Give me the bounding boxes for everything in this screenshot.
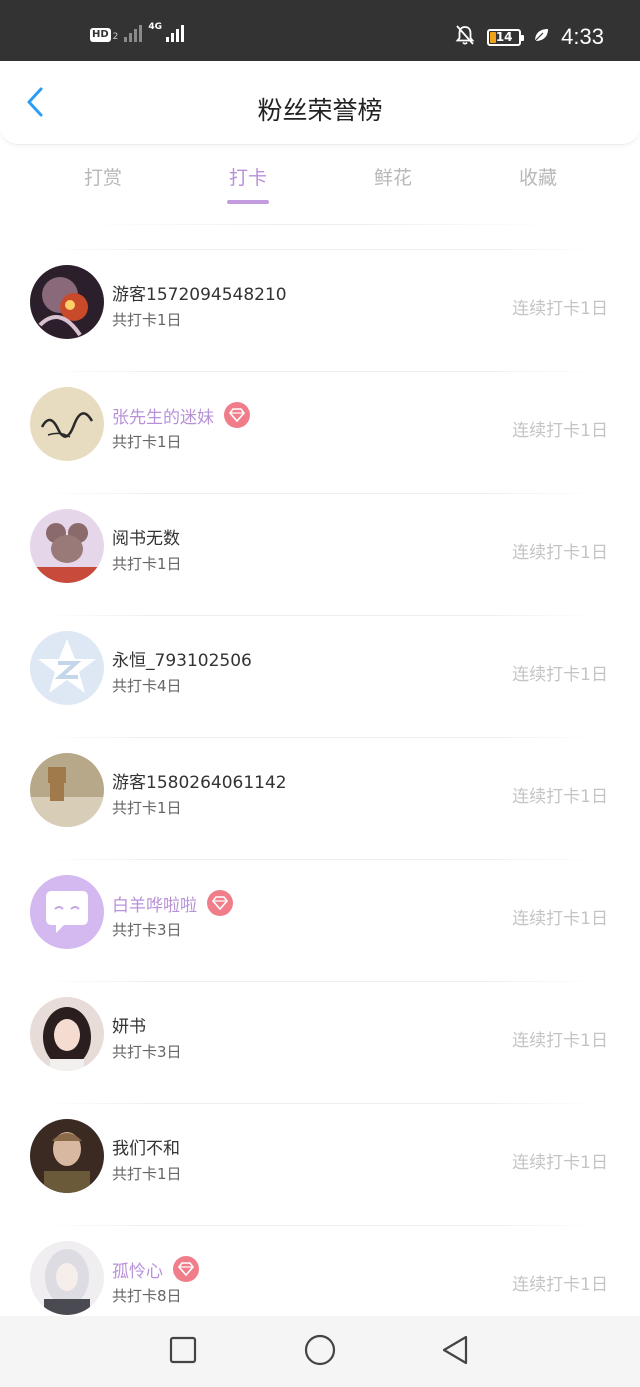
name-line: 孤怜心 xyxy=(112,1256,199,1282)
avatar[interactable] xyxy=(30,387,104,461)
home-button[interactable] xyxy=(302,1334,338,1370)
divider xyxy=(40,493,600,494)
list-item[interactable]: 游客1580264061142 共打卡1日 连续打卡1日 xyxy=(0,728,640,850)
total-checkin: 共打卡8日 xyxy=(112,1287,182,1305)
avatar[interactable] xyxy=(30,875,104,949)
username: 我们不和 xyxy=(112,1139,180,1159)
avatar[interactable] xyxy=(30,1241,104,1315)
total-checkin: 共打卡1日 xyxy=(112,555,182,573)
status-bar: HD 2 4G 14 4:33 xyxy=(0,0,640,61)
back-triangle-icon xyxy=(440,1334,470,1370)
recent-apps-icon xyxy=(168,1335,198,1369)
mute-bell-icon xyxy=(455,24,475,50)
name-line: 永恒_793102506 xyxy=(112,646,252,671)
system-back-button[interactable] xyxy=(437,1334,473,1370)
divider xyxy=(40,371,600,372)
hd-sim-number: 2 xyxy=(112,32,119,42)
divider xyxy=(40,981,600,982)
name-line: 游客1580264061142 xyxy=(112,768,287,793)
diamond-icon xyxy=(224,402,250,428)
header: 粉丝荣誉榜 xyxy=(0,61,640,145)
divider xyxy=(40,1103,600,1104)
streak-checkin: 连续打卡1日 xyxy=(512,665,608,685)
streak-checkin: 连续打卡1日 xyxy=(512,909,608,929)
total-checkin: 共打卡3日 xyxy=(112,921,182,939)
username: 孤怜心 xyxy=(112,1261,163,1282)
network-type-label: 4G xyxy=(148,22,163,32)
tab-reward[interactable]: 打赏 xyxy=(58,163,148,190)
avatar[interactable] xyxy=(30,997,104,1071)
tab-checkin[interactable]: 打卡 xyxy=(203,163,293,190)
tab-favorites[interactable]: 收藏 xyxy=(493,163,583,190)
avatar[interactable] xyxy=(30,265,104,339)
avatar[interactable] xyxy=(30,1119,104,1193)
name-line: 张先生的迷妹 xyxy=(112,402,250,428)
username: 游客1572094548210 xyxy=(112,285,287,305)
divider xyxy=(40,859,600,860)
streak-checkin: 连续打卡1日 xyxy=(512,787,608,807)
divider xyxy=(40,737,600,738)
total-checkin: 共打卡1日 xyxy=(112,311,182,329)
divider xyxy=(40,249,600,250)
streak-checkin: 连续打卡1日 xyxy=(512,1275,608,1295)
list-item[interactable]: 永恒_793102506 共打卡4日 连续打卡1日 xyxy=(0,606,640,728)
home-icon xyxy=(304,1334,336,1370)
name-line: 白羊哗啦啦 xyxy=(112,890,233,916)
signal-icon xyxy=(124,24,143,42)
streak-checkin: 连续打卡1日 xyxy=(512,299,608,319)
streak-checkin: 连续打卡1日 xyxy=(512,543,608,563)
checkin-ranking-list: 游客1572094548210 共打卡1日 连续打卡1日 张先生的迷妹 共打卡1… xyxy=(0,240,640,1338)
streak-checkin: 连续打卡1日 xyxy=(512,1031,608,1051)
clock: 4:33 xyxy=(561,24,604,49)
username: 永恒_793102506 xyxy=(112,651,252,671)
streak-checkin: 连续打卡1日 xyxy=(512,1153,608,1173)
total-checkin: 共打卡3日 xyxy=(112,1043,182,1061)
diamond-icon xyxy=(207,890,233,916)
divider xyxy=(80,224,560,225)
list-item[interactable]: 我们不和 共打卡1日 连续打卡1日 xyxy=(0,1094,640,1216)
total-checkin: 共打卡1日 xyxy=(112,799,182,817)
total-checkin: 共打卡1日 xyxy=(112,433,182,451)
status-left: HD 2 4G xyxy=(90,22,185,42)
signal-icon xyxy=(166,24,185,42)
avatar[interactable] xyxy=(30,631,104,705)
name-line: 我们不和 xyxy=(112,1134,180,1159)
divider xyxy=(40,1225,600,1226)
status-right: 14 4:33 xyxy=(455,24,604,50)
list-item[interactable]: 张先生的迷妹 共打卡1日 连续打卡1日 xyxy=(0,362,640,484)
total-checkin: 共打卡1日 xyxy=(112,1165,182,1183)
tab-flowers[interactable]: 鲜花 xyxy=(348,163,438,190)
username: 白羊哗啦啦 xyxy=(112,895,197,916)
battery-icon: 14 xyxy=(487,28,525,46)
username: 张先生的迷妹 xyxy=(112,407,214,428)
recent-apps-button[interactable] xyxy=(165,1334,201,1370)
name-line: 妍书 xyxy=(112,1012,146,1037)
list-item[interactable]: 白羊哗啦啦 共打卡3日 连续打卡1日 xyxy=(0,850,640,972)
username: 阅书无数 xyxy=(112,529,180,549)
list-item[interactable]: 妍书 共打卡3日 连续打卡1日 xyxy=(0,972,640,1094)
tab-bar: 打赏 打卡 鲜花 收藏 xyxy=(0,145,640,225)
diamond-icon xyxy=(173,1256,199,1282)
system-nav-bar xyxy=(0,1316,640,1387)
active-tab-indicator xyxy=(227,200,269,204)
hd-icon: HD xyxy=(90,28,111,42)
avatar[interactable] xyxy=(30,753,104,827)
username: 游客1580264061142 xyxy=(112,773,287,793)
avatar[interactable] xyxy=(30,509,104,583)
name-line: 游客1572094548210 xyxy=(112,280,287,305)
username: 妍书 xyxy=(112,1017,146,1037)
name-line: 阅书无数 xyxy=(112,524,180,549)
leaf-icon xyxy=(533,27,549,47)
list-item[interactable]: 游客1572094548210 共打卡1日 连续打卡1日 xyxy=(0,240,640,362)
battery-level: 14 xyxy=(495,30,513,44)
streak-checkin: 连续打卡1日 xyxy=(512,421,608,441)
divider xyxy=(40,615,600,616)
list-item[interactable]: 阅书无数 共打卡1日 连续打卡1日 xyxy=(0,484,640,606)
total-checkin: 共打卡4日 xyxy=(112,677,182,695)
page-title: 粉丝荣誉榜 xyxy=(257,96,383,125)
